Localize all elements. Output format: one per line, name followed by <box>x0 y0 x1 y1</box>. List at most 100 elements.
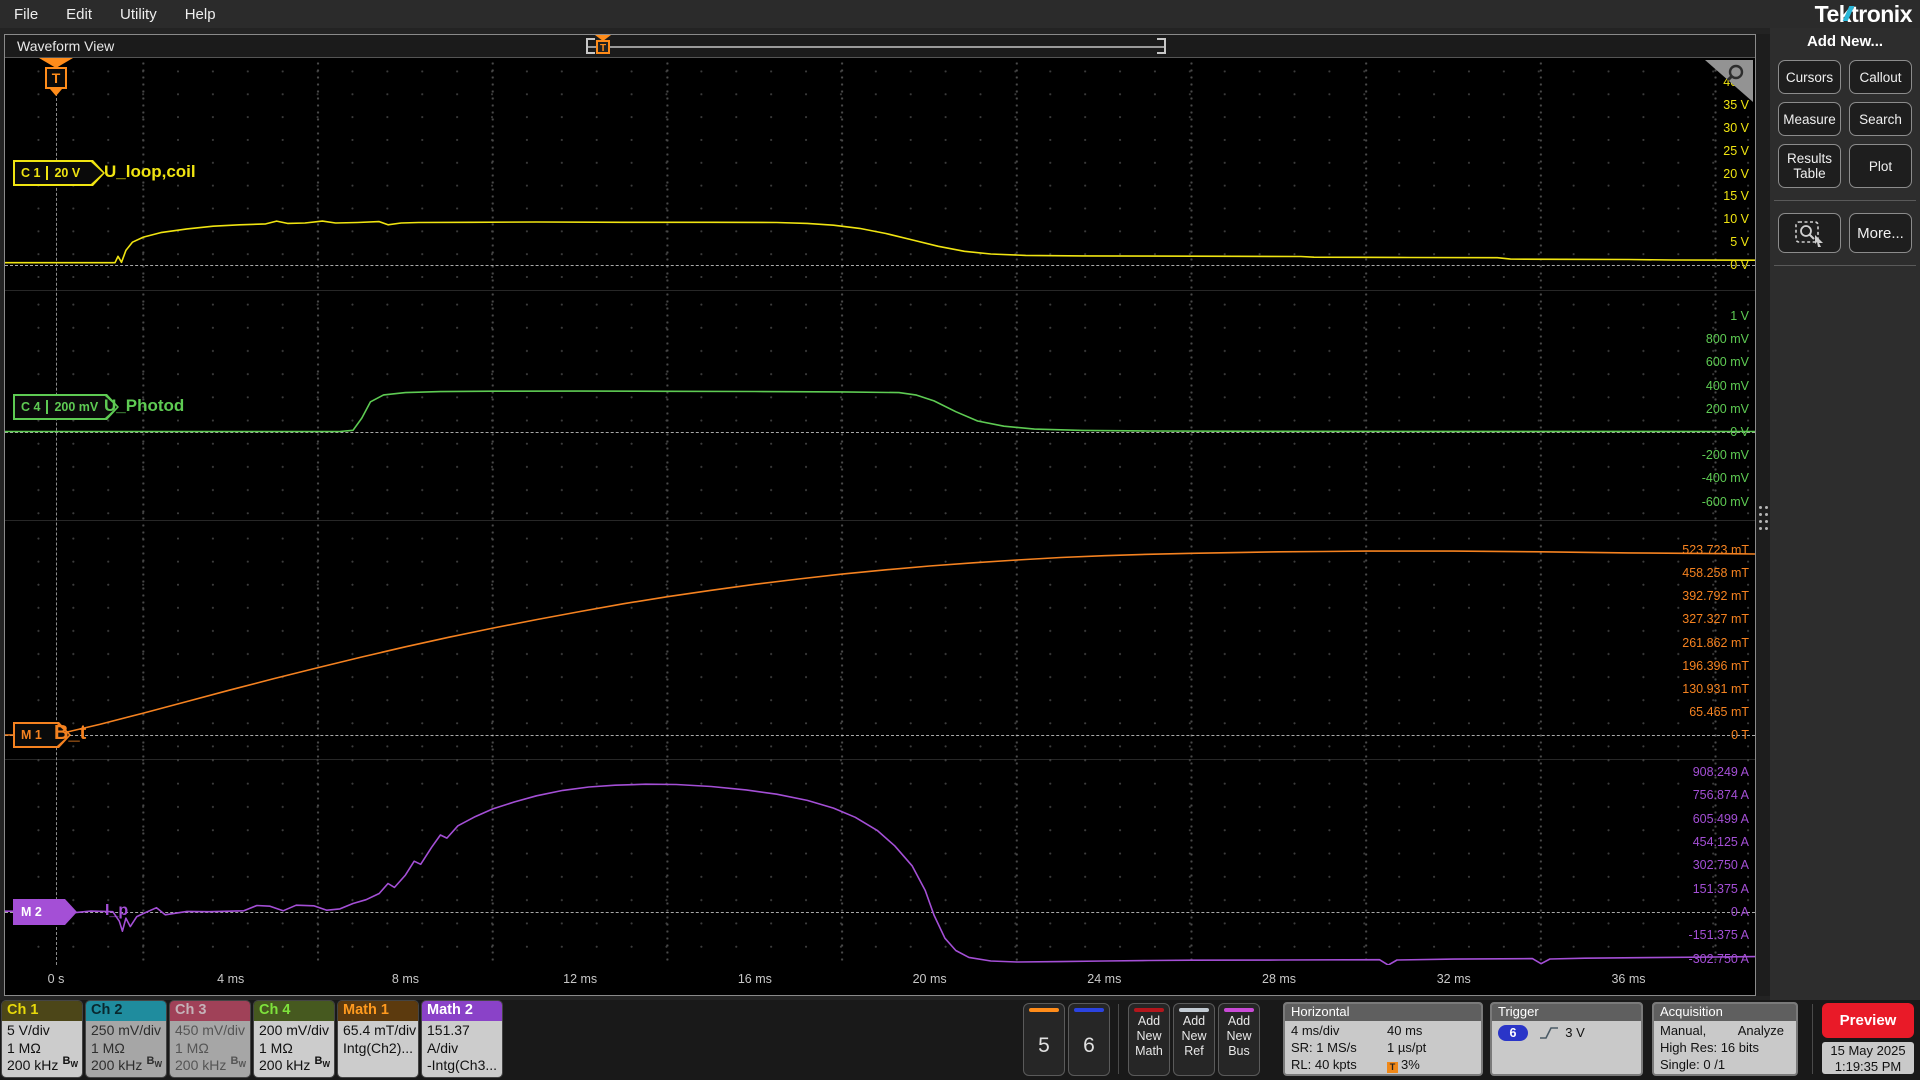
horizontal-position-slider[interactable]: T <box>586 35 1166 55</box>
sidebar-button-callout[interactable]: Callout <box>1849 60 1912 94</box>
x-tick-label: 36 ms <box>1611 972 1646 986</box>
settings-bar: Ch 15 V/div 1 MΩ 200 kHz BW Ch 2 250 mV/div 1 … <box>0 1000 1920 1080</box>
sidebar-button-search[interactable]: Search <box>1849 102 1912 136</box>
axis-label-m1: 523.723 mT <box>1682 543 1749 558</box>
bandwidth-badge: BW <box>146 1055 162 1070</box>
zoom-select-icon <box>1794 221 1823 247</box>
channel-setting-row: 5 V/div <box>7 1022 50 1038</box>
axis-label-m1: 65.465 mT <box>1689 704 1749 719</box>
waveform-view-title: Waveform View <box>17 38 115 54</box>
channel-badge-c1[interactable]: C 1 20 V <box>13 160 105 186</box>
sidebar-button-plot[interactable]: Plot <box>1849 144 1912 188</box>
menu-item-utility[interactable]: Utility <box>106 6 171 23</box>
trigger-level: 3 V <box>1565 1025 1585 1040</box>
trigger-flag-icon: T <box>1387 1062 1398 1073</box>
channel-settings-math1[interactable]: Math 1 65.4 mT/div Intg(Ch2)... <box>338 1001 418 1077</box>
slot-button-6[interactable]: 6 <box>1068 1003 1110 1076</box>
date-label: 15 May 2025 <box>1830 1043 1906 1058</box>
trace-label-c1: U_loop,coil <box>104 161 196 181</box>
tektronix-logo: Tektronix <box>1814 1 1913 28</box>
menu-items: File Edit Utility Help <box>0 6 230 23</box>
channel-settings-body: 200 mV/div 1 MΩ 200 kHz BW <box>254 1021 334 1077</box>
channel-settings-header: Math 1 <box>338 1001 418 1021</box>
slot-button-5[interactable]: 5 <box>1023 1003 1065 1076</box>
trigger-panel[interactable]: Trigger 6 3 V <box>1490 1002 1643 1076</box>
channel-settings-math2[interactable]: Math 2 151.37 A/div -Intg(Ch3... <box>422 1001 502 1077</box>
add-stripe <box>1134 1008 1164 1012</box>
menu-item-file[interactable]: File <box>0 6 52 23</box>
menu-bar: File Edit Utility Help Tektronix <box>0 0 1920 28</box>
trigger-tip-icon <box>50 89 62 96</box>
channel-settings-header: Math 2 <box>422 1001 502 1021</box>
axis-label-c4: -400 mV <box>1701 471 1749 486</box>
datetime-display: 15 May 2025 1:19:35 PM <box>1822 1042 1914 1074</box>
badge-cell: M 2 <box>21 905 42 919</box>
bandwidth-badge: BW <box>314 1055 330 1070</box>
add-button-add-new-bus[interactable]: Add New Bus <box>1218 1003 1260 1076</box>
horizontal-col1: SR: 1 MS/s <box>1291 1040 1357 1055</box>
acquisition-panel[interactable]: Acquisition Manual, Analyze High Res: 16… <box>1652 1002 1798 1076</box>
slider-left-bracket[interactable] <box>586 38 595 54</box>
menu-item-help[interactable]: Help <box>171 6 230 23</box>
axis-label-c4: 1 V <box>1730 309 1749 323</box>
channel-settings-ch4[interactable]: Ch 4 200 mV/div 1 MΩ 200 kHz BW <box>254 1001 334 1077</box>
channel-badge-m2[interactable]: M 2 <box>13 899 77 925</box>
sidebar-button-measure[interactable]: Measure <box>1778 102 1841 136</box>
channel-settings-ch3[interactable]: Ch 3 450 mV/div 1 MΩ 200 kHz BW <box>170 1001 250 1077</box>
trace-c1 <box>5 220 1755 264</box>
badge-cell: C 4 <box>21 400 41 414</box>
rising-edge-icon <box>1539 1027 1558 1039</box>
channel-settings-ch2[interactable]: Ch 2 250 mV/div 1 MΩ 200 kHz BW <box>86 1001 166 1077</box>
badge-cell: M 1 <box>21 728 42 742</box>
axis-label-m2: -151.375 A <box>1688 928 1749 943</box>
waveform-title-bar: Waveform View T <box>5 35 1755 58</box>
horizontal-panel[interactable]: Horizontal 4 ms/div 40 ms SR: 1 MS/s 1 µs/p… <box>1283 1002 1483 1076</box>
axis-label-c1: 5 V <box>1730 235 1749 250</box>
channel-setting-row: -Intg(Ch3... <box>427 1057 498 1073</box>
time-label: 1:19:35 PM <box>1834 1059 1902 1074</box>
axis-label-c1: 0 V <box>1730 258 1749 272</box>
badge-cells: C 4 200 mV <box>15 396 105 418</box>
add-button-add-new-math[interactable]: Add New Math <box>1128 1003 1170 1076</box>
panel-right-gutter <box>1756 34 1770 996</box>
axis-label-m1: 392.792 mT <box>1682 589 1749 604</box>
axis-label-c1: 20 V <box>1723 166 1749 181</box>
x-tick-label: 20 ms <box>912 972 947 986</box>
splitter-drag-handle[interactable] <box>1759 506 1768 530</box>
waveform-panel: Waveform View T 40 V35 V30 V25 V20 V15 V… <box>4 34 1756 996</box>
axis-label-c4: 400 mV <box>1705 378 1749 393</box>
channel-setting-row: Intg(Ch2)... <box>343 1039 414 1056</box>
axis-label-c1: 15 V <box>1723 189 1749 204</box>
axis-label-c1: 10 V <box>1723 212 1749 227</box>
horizontal-row: 4 ms/div 40 ms <box>1291 1022 1477 1039</box>
axis-label-m2: 908.249 A <box>1692 765 1749 780</box>
zoom-select-button[interactable] <box>1778 213 1841 253</box>
sidebar-row-2: More... <box>1770 201 1920 265</box>
axis-label-c4: 800 mV <box>1705 332 1749 347</box>
add-label: Add New Ref <box>1181 1014 1207 1058</box>
more-button[interactable]: More... <box>1849 213 1912 253</box>
channel-settings-header: Ch 4 <box>254 1001 334 1021</box>
logo-text: Tektronix <box>1814 1 1913 27</box>
axis-label-m2: 605.499 A <box>1692 811 1749 826</box>
menu-item-edit[interactable]: Edit <box>52 6 106 23</box>
acquisition-single: Single: 0 /1 <box>1660 1057 1726 1072</box>
waveform-grid[interactable]: 40 V35 V30 V25 V20 V15 V10 V5 V0 V1 V800… <box>5 58 1755 965</box>
badge-cells: M 2 <box>15 901 63 923</box>
sidebar-button-results-table[interactable]: Results Table <box>1778 144 1841 188</box>
channel-setting-row: 151.37 A/div <box>427 1022 470 1056</box>
slider-trigger-icon[interactable]: T <box>596 40 610 54</box>
channel-setting-row: 200 mV/div <box>259 1022 330 1038</box>
slider-right-bracket[interactable] <box>1157 38 1166 54</box>
channel-settings-ch1[interactable]: Ch 15 V/div 1 MΩ 200 kHz BW <box>2 1001 82 1077</box>
axis-label-m2: 454.125 A <box>1692 835 1749 850</box>
bottom-divider-2 <box>1812 1004 1813 1074</box>
acquisition-resolution: High Res: 16 bits <box>1660 1040 1759 1055</box>
channel-settings-header: Ch 1 <box>2 1001 82 1021</box>
add-button-add-new-ref[interactable]: Add New Ref <box>1173 1003 1215 1076</box>
sidebar-button-cursors[interactable]: Cursors <box>1778 60 1841 94</box>
axis-label-m2: 0 A <box>1730 905 1749 919</box>
preview-button[interactable]: Preview <box>1822 1003 1914 1038</box>
horizontal-row: RL: 40 kpts T 3% <box>1291 1056 1477 1073</box>
axis-label-c4: -200 mV <box>1701 448 1749 463</box>
